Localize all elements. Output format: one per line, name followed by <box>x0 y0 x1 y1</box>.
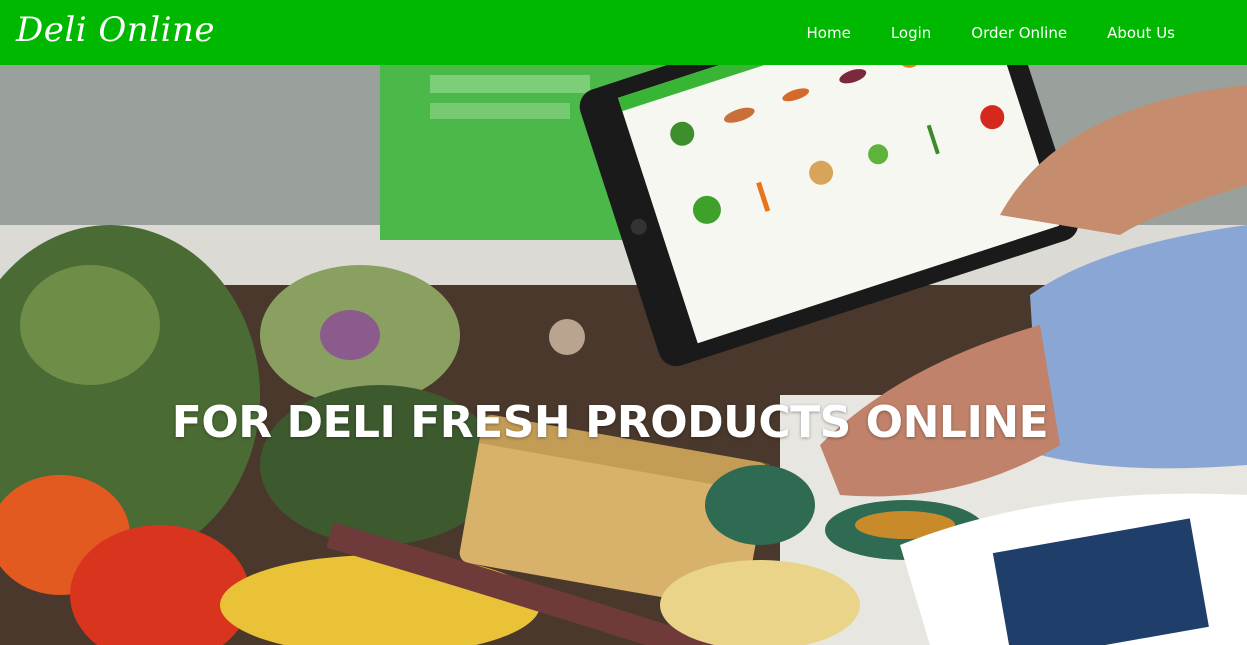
nav-menu: Home Login Order Online About Us <box>807 0 1175 65</box>
top-navbar: Deli Online Home Login Order Online Abou… <box>0 0 1247 65</box>
hero-background-image <box>0 65 1247 645</box>
hero-title: FOR DELI FRESH PRODUCTS ONLINE <box>171 397 1049 448</box>
nav-order-online-link[interactable]: Order Online <box>971 24 1067 42</box>
brand-logo[interactable]: Deli Online <box>16 10 215 50</box>
nav-home-link[interactable]: Home <box>807 24 851 42</box>
nav-about-us-link[interactable]: About Us <box>1107 24 1175 42</box>
hero-banner: FOR DELI FRESH PRODUCTS ONLINE <box>0 65 1247 645</box>
nav-login-link[interactable]: Login <box>891 24 931 42</box>
